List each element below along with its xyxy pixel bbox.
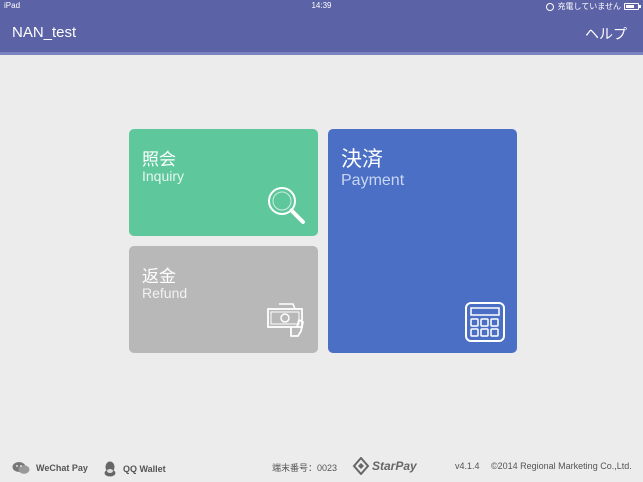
wechat-pay-logo: WeChat Pay [12,461,88,475]
calculator-icon [465,302,505,342]
wechat-icon [12,462,30,474]
payment-tile[interactable]: 決済 Payment [328,129,517,353]
status-bar: iPad 14:39 充電していません [0,0,643,12]
refund-tile[interactable]: 返金 Refund [129,246,318,353]
cash-hand-icon [267,303,304,337]
terminal-number: 端末番号：0023 [272,461,337,474]
inquiry-title-jp: 照会 [142,150,176,169]
inquiry-tile[interactable]: 照会 Inquiry [129,129,318,236]
starpay-logo: StarPay [352,457,417,475]
version-text: v4.1.4 [455,461,480,471]
wechat-pay-label: WeChat Pay [36,463,88,473]
starpay-mark-icon [352,457,370,475]
footer: WeChat Pay QQ Wallet 端末番号：0023 StarPay v… [0,452,643,482]
payment-title-jp: 決済 [341,148,383,171]
help-button[interactable]: ヘルプ [585,24,627,44]
qq-penguin-icon [104,461,116,477]
navigation-bar: NAN_test ヘルプ [0,12,643,55]
rotation-lock-icon [546,2,555,11]
magnifier-icon [268,187,305,224]
battery-icon [624,3,641,10]
copyright: ©2014 Regional Marketing Co.,Ltd. [491,461,632,471]
page-title: NAN_test [12,24,77,41]
payment-title-en: Payment [341,172,405,189]
refund-title-jp: 返金 [142,267,176,286]
starpay-brand: StarPay [372,459,417,473]
status-right: 充電していません [546,1,641,12]
terminal-number-text: 端末番号：0023 [272,463,338,473]
refund-title-en: Refund [142,285,188,301]
charging-text: 充電していません [557,2,621,11]
copyright-text: ©2014 Regional Marketing Co.,Ltd. [491,461,632,471]
inquiry-title-en: Inquiry [142,168,185,184]
qq-wallet-label: QQ Wallet [123,464,166,474]
qq-wallet-logo: QQ Wallet [103,461,166,477]
version: v4.1.4 [455,461,480,471]
